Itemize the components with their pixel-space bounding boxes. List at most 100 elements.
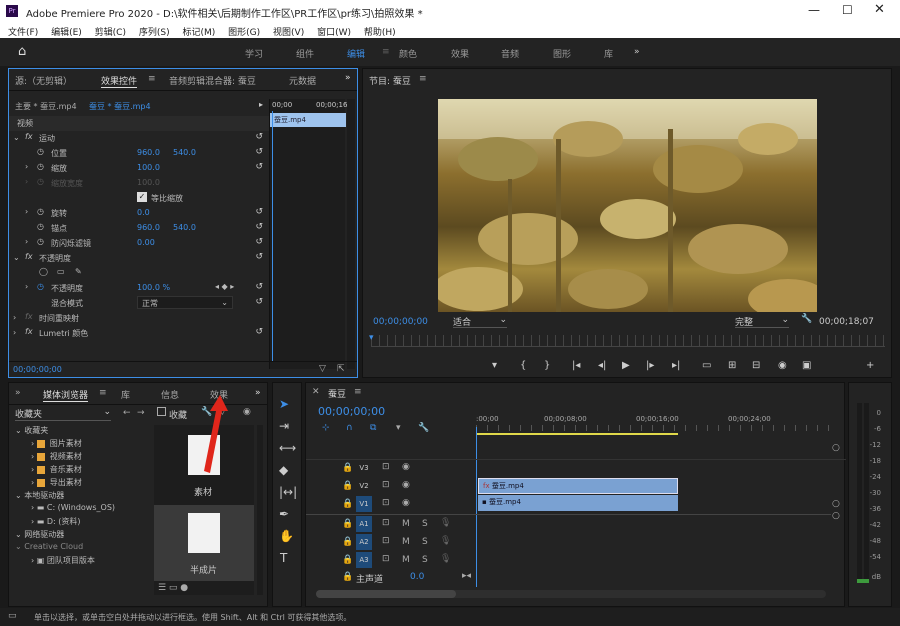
tree-drive-d[interactable]: › ▬ D: (资料) xyxy=(31,516,81,527)
mute-button[interactable]: M xyxy=(402,537,410,547)
add-button-icon[interactable]: + xyxy=(866,360,874,371)
lock-icon[interactable]: 🔒 xyxy=(342,519,353,529)
view-icon[interactable]: ◉ xyxy=(243,407,251,417)
browser-scrollbar[interactable] xyxy=(257,425,263,595)
track-label-a2[interactable]: A2 xyxy=(356,534,372,550)
tab-media-browser[interactable]: 媒体浏览器 xyxy=(43,388,89,402)
stopwatch-icon[interactable]: ◷ xyxy=(37,207,44,216)
vr-icon[interactable]: ▣ xyxy=(802,360,811,371)
timeline-zoom-scrollbar[interactable] xyxy=(316,590,826,598)
sync-lock-icon[interactable]: ⊡ xyxy=(382,518,390,528)
anchor-y-value[interactable]: 540.0 xyxy=(173,223,196,232)
track-label-a1[interactable]: A1 xyxy=(356,516,372,532)
extract-icon[interactable]: ⊞ xyxy=(728,360,736,371)
panel-menu-icon[interactable]: ≡ xyxy=(148,74,156,84)
collect-checkbox[interactable] xyxy=(157,407,166,416)
wrench-icon[interactable]: 🔧 xyxy=(801,314,812,324)
workspace-library[interactable]: 库 xyxy=(604,47,613,60)
lock-icon[interactable]: 🔒 xyxy=(342,572,353,582)
tab-effect-controls[interactable]: 效果控件 xyxy=(101,74,138,88)
panel-overflow-icon[interactable]: » xyxy=(255,388,261,398)
go-to-out-icon[interactable]: ▸| xyxy=(672,360,680,371)
panel-overflow-icon[interactable]: » xyxy=(15,388,21,398)
close-button[interactable]: ✕ xyxy=(874,2,885,17)
add-marker-icon[interactable]: ▾ xyxy=(492,360,497,371)
eye-icon[interactable]: ◉ xyxy=(402,498,410,508)
play-only-audio-icon[interactable]: ▸ xyxy=(259,100,263,109)
hand-tool-icon[interactable]: ✋ xyxy=(279,529,294,543)
reset-lumetri-icon[interactable]: ↺ xyxy=(255,327,263,337)
panel-menu-icon[interactable]: ≡ xyxy=(99,388,107,398)
menu-markers[interactable]: 标记(M) xyxy=(182,28,215,38)
eye-icon[interactable]: ◉ xyxy=(402,462,410,472)
tab-source[interactable]: 源:（无剪辑） xyxy=(15,74,72,87)
mark-in-icon[interactable]: { xyxy=(520,360,526,371)
solo-button[interactable]: S xyxy=(422,537,428,547)
sync-lock-icon[interactable]: ⊡ xyxy=(382,554,390,564)
timeline-clip-v1[interactable]: ▪ 蚕豆.mp4 xyxy=(478,495,678,511)
tab-info[interactable]: 信息 xyxy=(161,388,179,401)
workspace-edit[interactable]: 编辑 xyxy=(347,47,365,60)
lock-icon[interactable]: 🔒 xyxy=(342,537,353,547)
tree-drive-c[interactable]: › ▬ C: (Windows_OS) xyxy=(31,503,115,512)
panel-menu-icon[interactable]: ≡ xyxy=(419,74,427,84)
mute-button[interactable]: M xyxy=(402,555,410,565)
lift-icon[interactable]: ▭ xyxy=(702,360,711,371)
tree-team-projects[interactable]: › ▣ 团队项目版本 xyxy=(31,555,95,566)
solo-button[interactable]: S xyxy=(422,519,428,529)
reset-position-icon[interactable]: ↺ xyxy=(255,147,263,157)
timeline-ruler[interactable]: :00;00 00;00;08;00 00;00;16;00 00;00;24;… xyxy=(476,413,831,437)
export-frame-icon[interactable]: ⇱ xyxy=(337,364,345,374)
track-label-v2[interactable]: V2 xyxy=(356,478,372,494)
sync-lock-icon[interactable]: ⊡ xyxy=(382,480,390,490)
minimize-button[interactable]: — xyxy=(808,3,820,17)
fit-select[interactable]: 适合 ⌄ xyxy=(453,315,507,328)
go-to-in-icon[interactable]: |◂ xyxy=(572,360,580,371)
rectangle-mask-icon[interactable]: ▭ xyxy=(57,267,65,276)
fx-icon[interactable]: fx xyxy=(25,132,33,141)
list-view-icon[interactable]: ☰ ▭ ● xyxy=(158,583,188,593)
lock-icon[interactable]: 🔒 xyxy=(342,481,353,491)
forward-icon[interactable]: → xyxy=(137,408,145,418)
tree-folder[interactable]: › 导出素材 xyxy=(31,477,82,488)
work-area-bar[interactable] xyxy=(476,433,678,435)
reset-blend-icon[interactable]: ↺ xyxy=(255,297,263,307)
reset-flicker-icon[interactable]: ↺ xyxy=(255,237,263,247)
lock-icon[interactable]: 🔒 xyxy=(342,499,353,509)
program-playhead[interactable]: ▾ xyxy=(369,333,374,343)
thumbnail-item[interactable]: 半成片 xyxy=(154,505,254,581)
play-icon[interactable]: ▶ xyxy=(622,360,630,371)
mini-clip[interactable]: 蚕豆.mp4 xyxy=(270,113,346,127)
tab-libraries[interactable]: 库 xyxy=(121,388,130,401)
pen-tool-icon[interactable]: ✒ xyxy=(279,507,289,521)
stopwatch-icon[interactable]: ◷ xyxy=(37,147,44,156)
mic-icon[interactable]: 🎙 xyxy=(440,536,451,546)
menu-file[interactable]: 文件(F) xyxy=(8,28,38,38)
mic-icon[interactable]: 🎙 xyxy=(440,518,451,528)
menu-edit[interactable]: 编辑(E) xyxy=(51,28,82,38)
sync-lock-icon[interactable]: ⊡ xyxy=(382,462,390,472)
pen-mask-icon[interactable]: ✎ xyxy=(75,267,82,276)
slip-tool-icon[interactable]: |↔| xyxy=(279,485,297,499)
back-icon[interactable]: ← xyxy=(123,408,131,418)
close-tab-icon[interactable]: ✕ xyxy=(312,387,320,397)
home-icon[interactable]: ⌂ xyxy=(18,44,26,59)
sequence-tab[interactable]: 蚕豆 xyxy=(328,387,346,400)
panel-menu-icon[interactable]: ≡ xyxy=(354,387,362,397)
timeline-timecode[interactable]: 00;00;00;00 xyxy=(318,405,385,418)
snap-icon[interactable]: ∩ xyxy=(346,423,353,433)
lock-icon[interactable]: 🔒 xyxy=(342,463,353,473)
program-timecode[interactable]: 00;00;00;00 xyxy=(373,317,428,327)
sync-lock-icon[interactable]: ⊡ xyxy=(382,536,390,546)
tab-metadata[interactable]: 元数据 xyxy=(289,74,316,87)
filter-icon[interactable]: ▽ xyxy=(319,364,326,374)
workspace-color[interactable]: 颜色 xyxy=(399,47,417,60)
ellipse-mask-icon[interactable]: ◯ xyxy=(39,267,48,276)
position-y-value[interactable]: 540.0 xyxy=(173,148,196,157)
anchor-x-value[interactable]: 960.0 xyxy=(137,223,160,232)
effect-scrollbar[interactable] xyxy=(347,99,355,369)
menu-graphics[interactable]: 图形(G) xyxy=(228,28,260,38)
track-label-v1[interactable]: V1 xyxy=(356,496,372,512)
sync-lock-icon[interactable]: ⊡ xyxy=(382,498,390,508)
uniform-scale-checkbox[interactable]: ✓ xyxy=(137,192,147,202)
